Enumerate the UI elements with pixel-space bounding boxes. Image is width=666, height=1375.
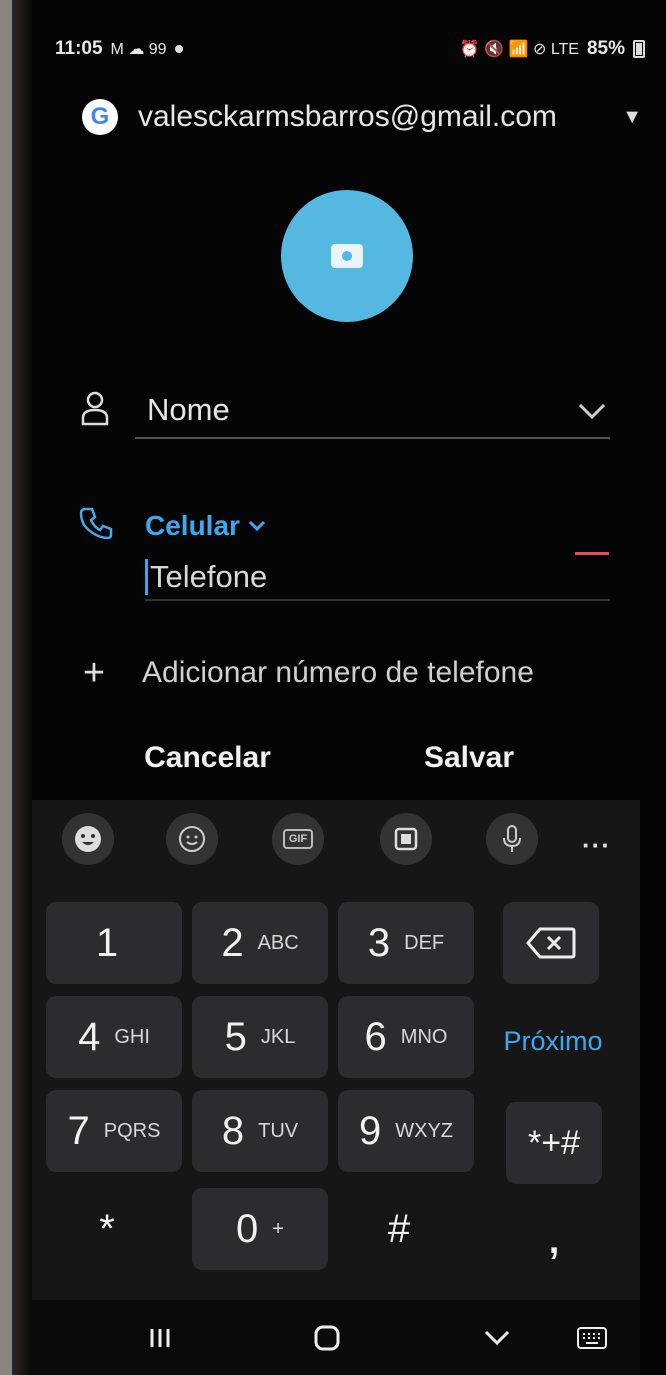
- chevron-down-icon: [484, 1330, 510, 1346]
- notification-icons: M ☁ 99: [110, 41, 167, 58]
- backspace-key[interactable]: [503, 902, 599, 984]
- notification-dot-icon: [174, 45, 183, 53]
- key-4[interactable]: 4 GHI: [46, 996, 182, 1078]
- chevron-down-icon: [248, 520, 265, 532]
- key-number: 4: [78, 1014, 101, 1059]
- key-letters: GHI: [114, 1025, 150, 1048]
- comma-key[interactable]: ,: [506, 1200, 602, 1282]
- name-field[interactable]: Nome: [135, 383, 610, 439]
- home-button[interactable]: [307, 1318, 347, 1358]
- key-0[interactable]: 0 +: [192, 1188, 328, 1270]
- clipboard-button[interactable]: [380, 813, 432, 865]
- phone-icon: [78, 505, 114, 541]
- key-number: *: [99, 1206, 115, 1251]
- sticker-icon: [179, 826, 205, 852]
- key-letters: DEF: [404, 931, 445, 954]
- google-logo-icon: G: [82, 99, 118, 135]
- voice-input-button[interactable]: [486, 813, 538, 865]
- emoji-button[interactable]: [62, 813, 114, 865]
- account-email: valesckarmsbarros@gmail.com: [138, 100, 557, 133]
- caret-down-icon: ▼: [622, 105, 642, 128]
- symbols-key[interactable]: *+#: [506, 1102, 602, 1184]
- account-selector[interactable]: G valesckarmsbarros@gmail.com ▼: [82, 95, 642, 139]
- recent-apps-icon: [150, 1329, 170, 1347]
- emoji-icon: [75, 826, 101, 852]
- key-number: 6: [364, 1014, 387, 1059]
- phone-type-label: Celular: [145, 510, 240, 541]
- key-number: #: [387, 1206, 411, 1251]
- key-2[interactable]: 2 ABC: [192, 902, 328, 984]
- system-status-icons: ⏰ 🔇 📶 ⊘ LTE: [459, 41, 579, 58]
- key-letters: MNO: [400, 1025, 448, 1048]
- key-number: 2: [221, 920, 244, 965]
- key-5[interactable]: 5 JKL: [192, 996, 328, 1078]
- add-phone-label: Adicionar número de telefone: [142, 656, 534, 689]
- key-letters: TUV: [258, 1119, 299, 1142]
- key-6[interactable]: 6 MNO: [338, 996, 474, 1078]
- chevron-down-icon[interactable]: [578, 395, 606, 426]
- status-right: ⏰ 🔇 📶 ⊘ LTE 85%: [460, 38, 645, 60]
- microphone-icon: [503, 825, 521, 852]
- phone-type-selector[interactable]: Celular: [145, 510, 266, 542]
- recent-apps-button[interactable]: [140, 1318, 180, 1358]
- key-3[interactable]: 3 DEF: [338, 902, 474, 984]
- key-letters: WXYZ: [395, 1119, 454, 1142]
- battery-percent: 85%: [586, 38, 625, 59]
- sticker-button[interactable]: [166, 813, 218, 865]
- keyboard-icon: [577, 1327, 607, 1349]
- text-cursor: [145, 559, 148, 595]
- key-number: 0: [236, 1206, 259, 1251]
- key-number: 5: [224, 1014, 247, 1059]
- name-placeholder: Nome: [147, 392, 230, 427]
- key-number: 9: [358, 1108, 382, 1153]
- person-icon: [78, 385, 112, 431]
- key-number: 3: [367, 920, 391, 965]
- more-icon[interactable]: ···: [582, 830, 611, 861]
- key-8[interactable]: 8 TUV: [192, 1090, 328, 1172]
- key-letters: ABC: [257, 931, 299, 954]
- save-button[interactable]: Salvar: [410, 732, 528, 784]
- next-key[interactable]: Próximo: [493, 1000, 613, 1082]
- clipboard-icon: [394, 827, 418, 851]
- phone-input[interactable]: Telefone: [145, 555, 610, 601]
- key-hash[interactable]: #: [338, 1188, 474, 1270]
- camera-icon: [331, 244, 363, 268]
- backspace-icon: [526, 927, 576, 959]
- add-phone-button[interactable]: + Adicionar número de telefone: [78, 648, 598, 698]
- battery-icon: [633, 40, 645, 58]
- gif-button[interactable]: GIF: [272, 813, 324, 865]
- key-1[interactable]: 1: [46, 902, 182, 984]
- key-7[interactable]: 7 PQRS: [46, 1090, 182, 1172]
- key-letters: PQRS: [103, 1119, 161, 1142]
- cancel-button[interactable]: Cancelar: [135, 732, 280, 784]
- key-letters: JKL: [260, 1025, 296, 1048]
- key-letters: +: [272, 1217, 284, 1240]
- key-number: 7: [67, 1108, 90, 1153]
- plus-icon: +: [82, 651, 106, 694]
- phone-bezel: [12, 0, 32, 1375]
- phone-placeholder: Telefone: [150, 559, 268, 594]
- contact-photo-button[interactable]: [281, 190, 413, 322]
- key-number: 1: [95, 920, 119, 965]
- status-time: 11:05: [55, 38, 103, 59]
- status-bar: 11:05 M ☁ 99 ⏰ 🔇 📶 ⊘ LTE 85%: [55, 34, 645, 64]
- home-icon: [314, 1325, 340, 1351]
- key-star[interactable]: *: [46, 1188, 182, 1270]
- key-9[interactable]: 9 WXYZ: [338, 1090, 474, 1172]
- gif-icon: GIF: [282, 829, 314, 849]
- keyboard-switch-button[interactable]: [572, 1318, 612, 1358]
- key-number: 8: [221, 1108, 245, 1153]
- hide-keyboard-button[interactable]: [477, 1318, 517, 1358]
